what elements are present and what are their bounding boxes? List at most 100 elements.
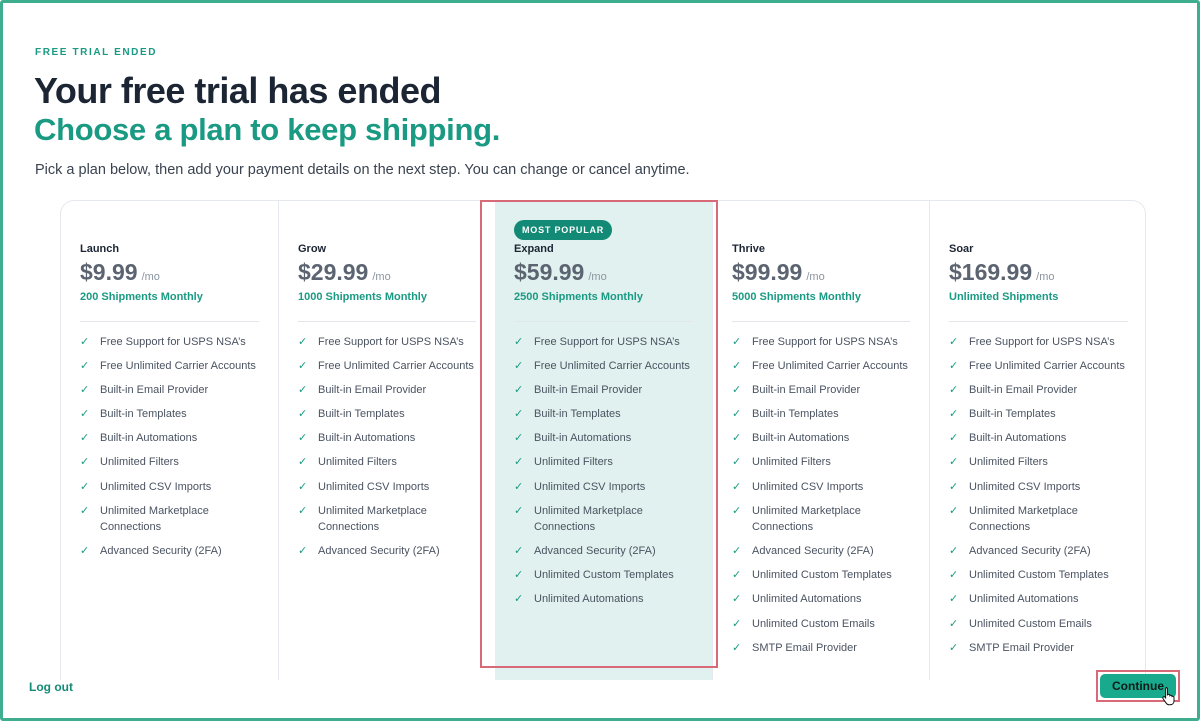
feature-item: ✓ Free Support for USPS NSA’s xyxy=(949,334,1128,351)
feature-list: ✓ Free Support for USPS NSA’s ✓ Free Unlimi… xyxy=(732,334,910,656)
feature-item: ✓ Built-in Email Provider xyxy=(732,382,910,399)
feature-text: Unlimited Marketplace Connections xyxy=(318,504,427,534)
logout-link[interactable]: Log out xyxy=(29,680,73,694)
feature-text: Unlimited CSV Imports xyxy=(752,480,864,493)
check-icon: ✓ xyxy=(732,360,742,373)
feature-item: ✓ Unlimited Marketplace Connections xyxy=(298,503,476,536)
plan-expand[interactable]: MOST POPULAR Expand $59.99 /mo 2500 Ship… xyxy=(495,201,712,680)
feature-text: Built-in Automations xyxy=(100,432,198,445)
feature-item: ✓ Unlimited Filters xyxy=(949,454,1128,471)
page-title: Your free trial has ended xyxy=(34,70,441,111)
plan-period: /mo xyxy=(806,271,825,283)
check-icon: ✓ xyxy=(949,545,959,558)
plan-shipments: 200 Shipments Monthly xyxy=(80,291,203,303)
plan-shipments: 1000 Shipments Monthly xyxy=(298,291,427,303)
feature-text: Free Support for USPS NSA’s xyxy=(318,336,464,348)
check-icon: ✓ xyxy=(949,456,959,469)
feature-item: ✓ Unlimited Custom Emails xyxy=(949,616,1128,633)
check-icon: ✓ xyxy=(514,569,524,582)
feature-text: Unlimited Custom Templates xyxy=(534,569,674,582)
feature-text: Built-in Automations xyxy=(969,432,1067,445)
feature-item: ✓ Free Unlimited Carrier Accounts xyxy=(949,358,1128,375)
feature-item: ✓ Unlimited Marketplace Connections xyxy=(80,503,259,536)
plan-price: $29.99 xyxy=(298,259,369,285)
feature-item: ✓ Advanced Security (2FA) xyxy=(298,543,476,560)
check-icon: ✓ xyxy=(949,504,959,517)
feature-text: Advanced Security (2FA) xyxy=(534,545,656,558)
plan-thrive[interactable]: Thrive $99.99 /mo 5000 Shipments Monthly… xyxy=(712,201,929,680)
feature-item: ✓ Built-in Email Provider xyxy=(298,382,476,399)
feature-list: ✓ Free Support for USPS NSA’s ✓ Free Unlimi… xyxy=(298,334,476,560)
page-subtitle: Choose a plan to keep shipping. xyxy=(34,112,501,147)
check-icon: ✓ xyxy=(298,360,308,373)
plan-shipments: Unlimited Shipments xyxy=(949,291,1059,303)
check-icon: ✓ xyxy=(80,408,90,421)
feature-text: Free Unlimited Carrier Accounts xyxy=(752,360,908,373)
feature-text: SMTP Email Provider xyxy=(969,641,1074,654)
feature-list: ✓ Free Support for USPS NSA’s ✓ Free Unlimi… xyxy=(80,334,259,560)
feature-text: Unlimited CSV Imports xyxy=(100,480,212,493)
check-icon: ✓ xyxy=(732,504,742,517)
feature-item: ✓ Built-in Templates xyxy=(298,406,476,423)
feature-item: ✓ Unlimited Marketplace Connections xyxy=(732,503,910,536)
feature-text: Unlimited Filters xyxy=(318,456,397,469)
feature-text: Built-in Automations xyxy=(318,432,416,445)
feature-item: ✓ Unlimited Custom Templates xyxy=(732,567,910,584)
plan-price: $59.99 xyxy=(514,259,585,285)
feature-item: ✓ Built-in Email Provider xyxy=(949,382,1128,399)
plan-price: $169.99 xyxy=(949,259,1033,285)
check-icon: ✓ xyxy=(80,432,90,445)
feature-text: Unlimited Filters xyxy=(752,456,831,469)
plan-soar[interactable]: Soar $169.99 /mo Unlimited Shipments ✓ Fr… xyxy=(929,201,1145,680)
feature-item: ✓ Unlimited Custom Templates xyxy=(514,567,693,584)
check-icon: ✓ xyxy=(514,504,524,517)
feature-item: ✓ Advanced Security (2FA) xyxy=(514,543,693,560)
divider xyxy=(949,321,1128,322)
eyebrow-label: FREE TRIAL ENDED xyxy=(35,47,158,58)
feature-item: ✓ Unlimited Marketplace Connections xyxy=(949,503,1128,536)
feature-item: ✓ Free Support for USPS NSA’s xyxy=(80,334,259,351)
feature-item: ✓ Built-in Email Provider xyxy=(514,382,693,399)
check-icon: ✓ xyxy=(80,384,90,397)
check-icon: ✓ xyxy=(949,384,959,397)
divider xyxy=(298,321,476,322)
feature-item: ✓ Free Unlimited Carrier Accounts xyxy=(80,358,259,375)
check-icon: ✓ xyxy=(514,545,524,558)
check-icon: ✓ xyxy=(514,360,524,373)
check-icon: ✓ xyxy=(949,569,959,582)
check-icon: ✓ xyxy=(732,617,742,630)
check-icon: ✓ xyxy=(732,432,742,445)
feature-text: Unlimited Marketplace Connections xyxy=(752,504,861,534)
feature-text: Unlimited Custom Templates xyxy=(969,569,1109,582)
divider xyxy=(80,321,259,322)
check-icon: ✓ xyxy=(514,336,524,348)
feature-item: ✓ Built-in Email Provider xyxy=(80,382,259,399)
check-icon: ✓ xyxy=(949,336,959,348)
feature-item: ✓ Unlimited Filters xyxy=(298,454,476,471)
check-icon: ✓ xyxy=(80,456,90,469)
feature-item: ✓ Unlimited CSV Imports xyxy=(949,479,1128,496)
plan-launch[interactable]: Launch $9.99 /mo 200 Shipments Monthly ✓… xyxy=(61,201,278,680)
plan-name: Launch xyxy=(80,243,120,255)
check-icon: ✓ xyxy=(949,360,959,373)
feature-text: Unlimited CSV Imports xyxy=(318,480,430,493)
feature-item: ✓ Advanced Security (2FA) xyxy=(732,543,910,560)
feature-text: Unlimited Filters xyxy=(100,456,179,469)
plan-price: $99.99 xyxy=(732,259,803,285)
feature-text: Built-in Email Provider xyxy=(534,384,643,397)
plan-shipments: 5000 Shipments Monthly xyxy=(732,291,861,303)
feature-text: Unlimited CSV Imports xyxy=(969,480,1081,493)
feature-text: Free Unlimited Carrier Accounts xyxy=(318,360,474,373)
feature-item: ✓ Free Unlimited Carrier Accounts xyxy=(732,358,910,375)
feature-item: ✓ Free Unlimited Carrier Accounts xyxy=(298,358,476,375)
check-icon: ✓ xyxy=(949,432,959,445)
check-icon: ✓ xyxy=(514,456,524,469)
feature-text: Free Support for USPS NSA’s xyxy=(752,336,898,348)
check-icon: ✓ xyxy=(298,384,308,397)
feature-text: SMTP Email Provider xyxy=(752,641,857,654)
feature-text: Unlimited Filters xyxy=(969,456,1048,469)
check-icon: ✓ xyxy=(298,456,308,469)
plan-name: Grow xyxy=(298,243,327,255)
feature-item: ✓ Built-in Templates xyxy=(80,406,259,423)
plan-grow[interactable]: Grow $29.99 /mo 1000 Shipments Monthly ✓… xyxy=(278,201,495,680)
